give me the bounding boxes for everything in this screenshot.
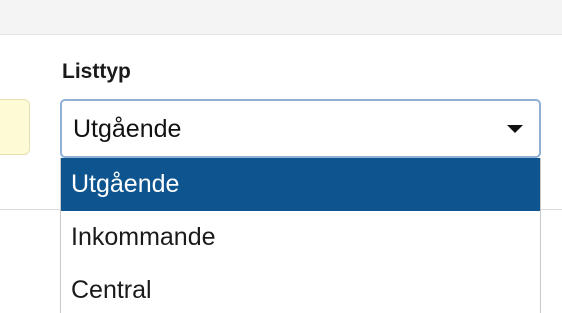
listtyp-label: Listtyp xyxy=(62,60,131,83)
option-utgaende[interactable]: Utgående xyxy=(61,158,540,211)
option-central[interactable]: Central xyxy=(61,264,540,313)
adjacent-input-field[interactable] xyxy=(0,99,30,155)
select-current-value: Utgående xyxy=(73,115,182,143)
listtyp-select[interactable]: Utgående xyxy=(60,99,541,158)
page: Listtyp Utgående Utgående Inkommande Cen… xyxy=(0,0,562,313)
listtyp-dropdown-menu: Utgående Inkommande Central xyxy=(60,158,541,313)
option-inkommande[interactable]: Inkommande xyxy=(61,211,540,264)
top-bar xyxy=(0,0,562,35)
chevron-down-icon[interactable] xyxy=(507,125,523,133)
